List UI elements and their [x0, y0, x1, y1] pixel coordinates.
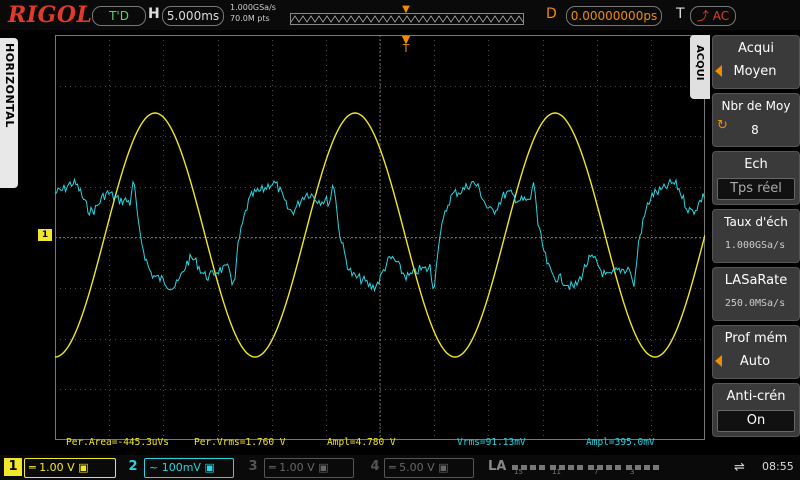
ch1-offset-marker[interactable]: 1 — [38, 229, 52, 241]
menu-item-title: Ech — [744, 157, 768, 172]
usb-icon: ⇌ — [734, 460, 745, 475]
menu-la-sample-rate[interactable]: LASaRate 250.0MSa/s — [712, 267, 800, 321]
trigger-position-icon: ▼ — [402, 4, 410, 15]
menu-item-value: Tps réel — [717, 178, 795, 200]
probe-icon: ▣ — [318, 461, 329, 474]
la-bit-label: 3 — [630, 468, 635, 476]
menu-average-count[interactable]: Nbr de Moy ↻ 8 — [712, 93, 800, 147]
ch4-setting[interactable]: ═ 5.00 V ▣ — [384, 458, 474, 478]
menu-item-title: Anti-crén — [726, 389, 786, 404]
measurement-ch1-area: Per.Area=-445.3uVs — [66, 437, 169, 448]
delay-label: D — [546, 6, 557, 22]
menu-item-title: Taux d'éch — [724, 215, 788, 229]
menu-memory-depth[interactable]: Prof mém Auto — [712, 325, 800, 379]
trigger-marker-icon[interactable]: ▼ T — [400, 34, 412, 54]
timebase-value[interactable]: 5.000ms — [162, 6, 224, 26]
measurement-ch2-vrms: Vrms=91.13mV — [457, 437, 526, 448]
menu-item-value: Moyen — [733, 64, 777, 79]
trigger-edge-icon: ⤴ — [696, 9, 709, 23]
la-bit-label: 15 — [514, 468, 523, 476]
menu-acquisition-mode[interactable]: Acqui Moyen — [712, 35, 800, 89]
dc-coupling-icon: ═ — [29, 461, 36, 474]
dc-coupling-icon: ═ — [389, 461, 396, 474]
menu-item-title: Prof mém — [724, 331, 788, 346]
ch3-scale: 1.00 V — [279, 461, 315, 474]
trigger-label: T — [676, 6, 685, 22]
ch3-setting[interactable]: ═ 1.00 V ▣ — [264, 458, 354, 478]
ch1-number[interactable]: 1 — [4, 458, 22, 476]
menu-anti-aliasing[interactable]: Anti-crén On — [712, 383, 800, 437]
menu-sampling-mode[interactable]: Ech Tps réel — [712, 151, 800, 205]
delay-value[interactable]: 0.00000000ps — [566, 6, 662, 26]
trigger-setting[interactable]: ⤴ AC — [690, 6, 736, 26]
ch4-scale: 5.00 V — [399, 461, 435, 474]
clock-time: 08:55 — [762, 460, 794, 473]
waveform-display[interactable] — [55, 35, 705, 440]
dc-coupling-icon: ═ — [269, 461, 276, 474]
menu-sample-rate[interactable]: Taux d'éch 1.000GSa/s — [712, 209, 800, 263]
menu-item-value: 1.000GSa/s — [724, 240, 786, 251]
menu-item-title: LASaRate — [724, 273, 788, 288]
la-channel-bits[interactable]: 15 11 7 3 — [510, 458, 665, 478]
menu-item-value: 250.0MSa/s — [724, 298, 786, 309]
grid-lines — [55, 35, 705, 440]
sample-rate: 1.000GSa/s — [230, 3, 276, 12]
ch1-scale: 1.00 V — [39, 461, 75, 474]
ch1-setting[interactable]: ═ 1.00 V ▣ — [24, 458, 116, 478]
horizontal-tab[interactable]: HORIZONTAL — [0, 38, 18, 188]
trigger-level: AC — [712, 9, 730, 23]
menu-item-title: Nbr de Moy — [721, 99, 791, 113]
trigger-status: T'D — [92, 6, 146, 26]
probe-icon: ▣ — [438, 461, 449, 474]
la-bits-graphic — [512, 465, 659, 470]
measurement-ch1-ampl: Ampl=4.780 V — [327, 437, 396, 448]
horizontal-tab-label: HORIZONTAL — [3, 43, 16, 128]
memory-depth: 70.0M pts — [230, 14, 270, 23]
ch2-setting[interactable]: ~ 100mV ▣ — [144, 458, 234, 478]
measurement-ch1-vrms: Per.Vrms=1.760 V — [194, 437, 286, 448]
horizontal-label: H — [148, 6, 160, 22]
menu-item-value: Auto — [739, 354, 771, 369]
probe-icon: ▣ — [204, 461, 215, 474]
acquire-tab-label: ACQUI — [694, 45, 705, 81]
ch2-scale: 100mV — [161, 461, 201, 474]
brand-logo: RIGOL — [8, 2, 93, 28]
memory-position-pattern — [291, 15, 523, 23]
la-label[interactable]: LA — [488, 459, 506, 474]
menu-item-value: On — [717, 410, 795, 432]
ch4-number[interactable]: 4 — [366, 458, 384, 476]
ch2-number[interactable]: 2 — [124, 458, 142, 476]
la-bit-label: 7 — [594, 468, 599, 476]
ch3-number[interactable]: 3 — [244, 458, 262, 476]
ac-coupling-icon: ~ — [149, 461, 159, 474]
probe-icon: ▣ — [78, 461, 89, 474]
acquire-menu-tab[interactable]: ACQUI — [690, 35, 710, 99]
menu-item-value: 8 — [751, 123, 759, 137]
menu-item-title: Acqui — [738, 41, 774, 56]
measurement-ch2-ampl: Ampl=395.0mV — [586, 437, 655, 448]
la-bit-label: 11 — [552, 468, 561, 476]
